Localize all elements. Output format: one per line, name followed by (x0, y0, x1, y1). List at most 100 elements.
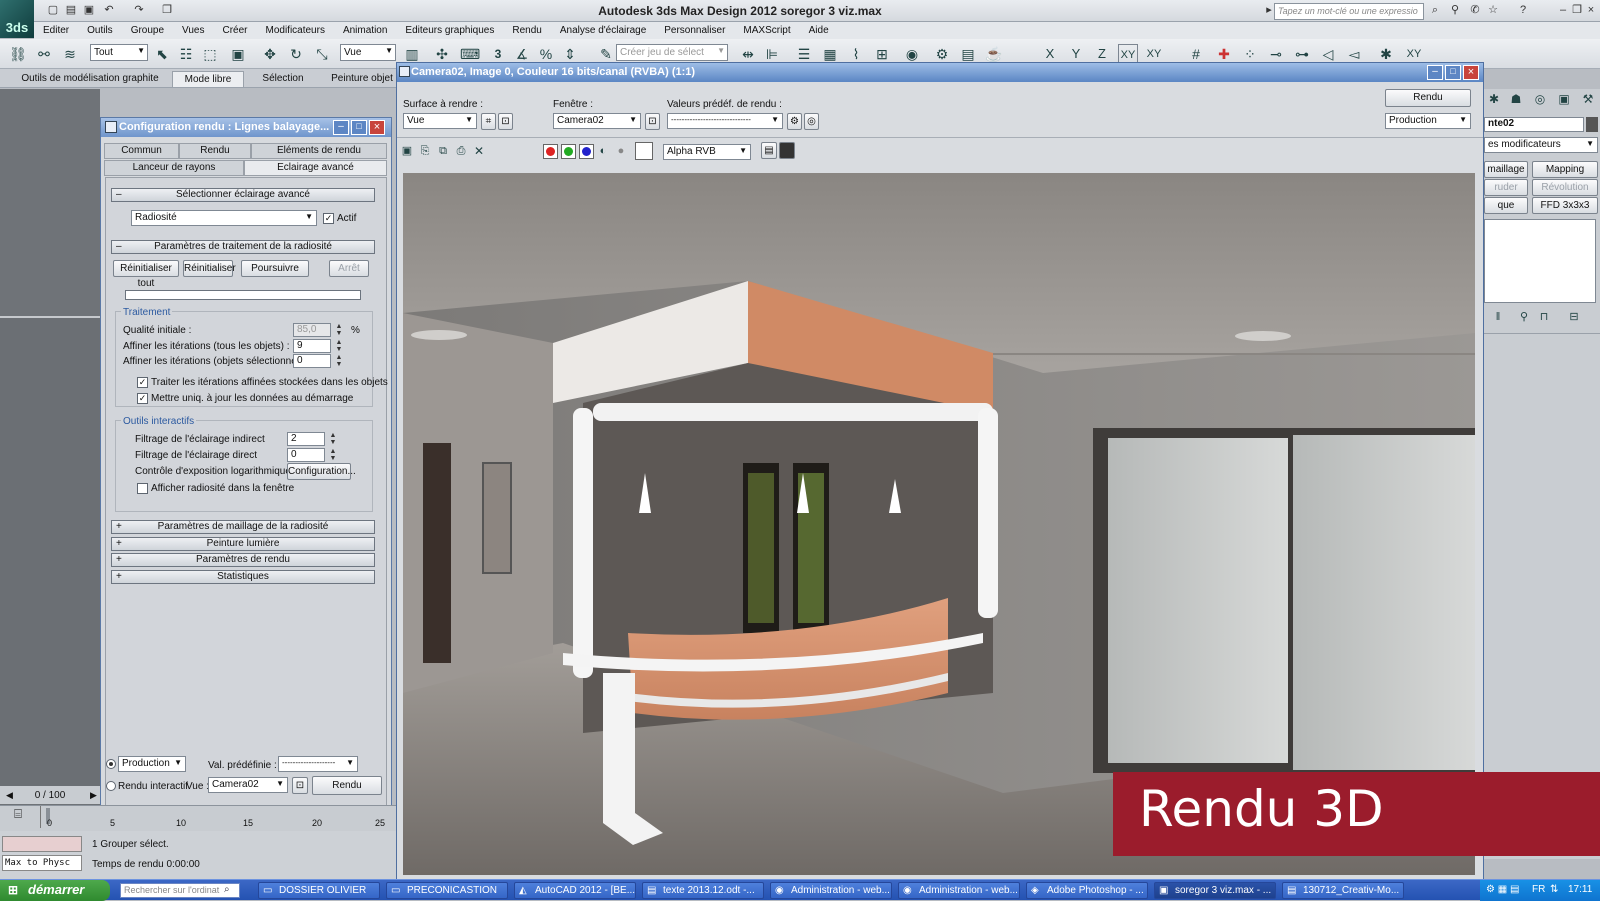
menu-creer[interactable]: Créer (213, 25, 256, 36)
filtre-indirect-spinner[interactable]: ▲ ▼ (329, 432, 337, 446)
task-autocad[interactable]: ◭ AutoCAD 2012 - [BE... (514, 882, 636, 899)
fenetre-select[interactable]: Camera02 ▼ (553, 113, 641, 129)
rotate-icon[interactable]: ↻ (286, 44, 306, 64)
menu-outils[interactable]: Outils (78, 25, 122, 36)
toggle-ui-icon[interactable] (779, 142, 795, 159)
maxscript-listener[interactable] (2, 836, 82, 852)
afficher-radiosite-checkbox[interactable] (137, 483, 148, 494)
modifier-que-button[interactable]: que (1484, 197, 1528, 214)
menu-groupe[interactable]: Groupe (122, 25, 173, 36)
create-point-icon[interactable]: ✚ (1214, 44, 1234, 64)
rollout-parametres-rendu[interactable]: + Paramètres de rendu (111, 553, 375, 567)
network-icon[interactable]: ⇅ (1550, 884, 1558, 895)
modifier-list-select[interactable]: es modificateurs ▼ (1484, 137, 1598, 153)
configuration-button[interactable]: Configuration... (287, 463, 356, 480)
modifier-stack[interactable] (1484, 219, 1596, 303)
render-setup-icon[interactable]: ⚙ (787, 113, 802, 130)
menu-vues[interactable]: Vues (173, 25, 213, 36)
axis-xy-extra-button[interactable]: XY (1404, 44, 1424, 64)
help-search-input[interactable]: Tapez un mot-clé ou une expressio (1274, 3, 1424, 20)
extrude-tool-icon[interactable]: ⊶ (1292, 44, 1312, 64)
tab-lanceur-rayons[interactable]: Lanceur de rayons (104, 160, 244, 176)
mini-curve-editor-icon[interactable]: ⌸ (8, 806, 28, 826)
configure-sets-icon[interactable]: ⊟ (1564, 307, 1584, 327)
language-indicator[interactable]: FR (1532, 884, 1545, 895)
lock-icon[interactable]: ⊡ (645, 113, 660, 130)
rollout-statistiques[interactable]: + Statistiques (111, 570, 375, 584)
axis-xy-alt-button[interactable]: XY (1144, 44, 1164, 64)
scale-icon[interactable]: ⤡ (312, 44, 332, 64)
snap-toggle-icon[interactable]: 3 (488, 44, 508, 64)
task-creativ-pdf[interactable]: ▤ 130712_Creativ-Mo... (1282, 882, 1404, 899)
ribbon-tab-selection[interactable]: Sélection (250, 71, 316, 87)
reset-button[interactable]: Réinitialiser (183, 260, 236, 277)
desktop-search-input[interactable]: Rechercher sur l'ordinat (120, 883, 240, 898)
frame-title[interactable]: Camera02, Image 0, Couleur 16 bits/canal… (397, 63, 1483, 82)
slider-tool-icon[interactable]: ⊸ (1266, 44, 1286, 64)
tab-rendu[interactable]: Rendu (179, 143, 251, 159)
color-swatch[interactable] (635, 142, 653, 160)
menu-animation[interactable]: Animation (334, 25, 396, 36)
reset-all-button[interactable]: Réinitialiser tout (113, 260, 179, 289)
layer-manager-icon[interactable]: ☰ (794, 44, 814, 64)
affiner-sel-input[interactable]: 0 (293, 354, 331, 368)
continue-button[interactable]: Poursuivre (241, 260, 309, 277)
modifier-ffd-button[interactable]: FFD 3x3x3 (1532, 197, 1598, 214)
object-name-input[interactable]: nte02 (1484, 117, 1584, 132)
affiner-sel-spinner[interactable]: ▲ ▼ (335, 354, 343, 368)
unlink-icon[interactable]: ⚯ (34, 44, 54, 64)
menu-analyse-eclairage[interactable]: Analyse d'éclairage (551, 25, 655, 36)
save-icon[interactable]: ▣ (82, 3, 96, 17)
save-image-icon[interactable]: ▣ (397, 141, 417, 161)
grid-icon[interactable]: # (1186, 44, 1206, 64)
render-mode-select[interactable]: Production ▼ (1385, 113, 1471, 129)
project-folder-icon[interactable]: ❐ (160, 3, 174, 17)
rendered-image[interactable] (403, 173, 1475, 875)
subscription-icon[interactable]: ⚲ (1448, 3, 1462, 17)
named-selection-set-select[interactable]: Créer jeu de sélect ▼ (616, 44, 728, 61)
menu-rendu[interactable]: Rendu (503, 25, 550, 36)
restore-icon[interactable]: ❐ (1570, 3, 1584, 17)
copy-image-icon[interactable]: ⎘ (415, 141, 435, 161)
ribbon-tab-mode-libre[interactable]: Mode libre (172, 71, 244, 87)
angle-snap-icon[interactable]: ∡ (512, 44, 532, 64)
rendered-frame-icon[interactable]: ▤ (958, 44, 978, 64)
select-by-name-icon[interactable]: ☷ (176, 44, 196, 64)
vue-select[interactable]: Camera02 ▼ (208, 777, 288, 793)
affiner-tous-input[interactable]: 9 (293, 339, 331, 353)
modifier-maillage-button[interactable]: maillage (1484, 161, 1528, 178)
blue-channel-toggle[interactable] (579, 144, 594, 159)
show-end-result-icon[interactable]: ⚲ (1514, 307, 1534, 327)
track-bar[interactable]: 0 5 10 15 20 25 (40, 806, 390, 828)
maximize-icon[interactable]: □ (351, 120, 367, 135)
edit-region-icon[interactable]: ⌗ (481, 113, 496, 130)
new-file-icon[interactable]: ▢ (46, 3, 60, 17)
production-radio[interactable] (106, 759, 116, 769)
traiter-checkbox[interactable]: ✓ (137, 377, 148, 388)
render-button[interactable]: Rendu (312, 776, 382, 795)
edit-named-sel-icon[interactable]: ✎ (596, 44, 616, 64)
task-dossier-olivier[interactable]: ▭ DOSSIER OLIVIER (258, 882, 380, 899)
snap-options-icon[interactable]: ✱ (1376, 44, 1396, 64)
surface-select[interactable]: Vue ▼ (403, 113, 477, 129)
app-logo[interactable]: 3ds (0, 0, 34, 38)
auto-region-icon[interactable]: ⊡ (498, 113, 513, 130)
utilities-tab-icon[interactable]: ⚒ (1578, 89, 1598, 109)
render-production-icon[interactable]: ☕ (984, 44, 1004, 64)
stop-button[interactable]: Arrêt (329, 260, 369, 277)
viewport-bottom-left[interactable] (0, 316, 100, 786)
curve-editor-icon[interactable]: ⌇ (846, 44, 866, 64)
select-manipulate-icon[interactable]: ✣ (432, 44, 452, 64)
spline-tool-icon[interactable]: ◅ (1344, 44, 1364, 64)
close-icon[interactable]: × (369, 120, 385, 135)
object-color-swatch[interactable] (1586, 117, 1598, 132)
advanced-lighting-select[interactable]: Radiosité ▼ (131, 210, 317, 226)
help-icon[interactable]: ? (1516, 3, 1530, 17)
modifier-revolution-button[interactable]: Révolution (1532, 179, 1598, 196)
modifier-extruder-button[interactable]: ruder (1484, 179, 1528, 196)
clone-frame-icon[interactable]: ⧉ (433, 141, 453, 161)
ribbon-tab-peinture-objet[interactable]: Peinture objet (324, 71, 400, 87)
ribbon-tab-graphite[interactable]: Outils de modélisation graphite (12, 71, 168, 87)
channel-display-select[interactable]: Alpha RVB ▼ (663, 144, 751, 160)
red-channel-toggle[interactable] (543, 144, 558, 159)
